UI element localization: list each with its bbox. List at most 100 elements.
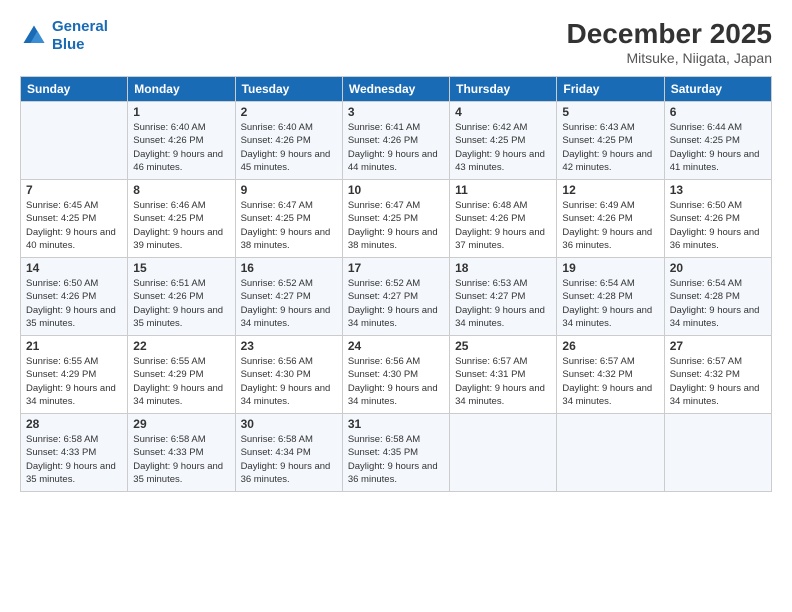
day-number: 15 — [133, 261, 229, 275]
day-number: 17 — [348, 261, 444, 275]
day-detail: Sunrise: 6:55 AMSunset: 4:29 PMDaylight:… — [26, 355, 122, 408]
day-detail: Sunrise: 6:57 AMSunset: 4:31 PMDaylight:… — [455, 355, 551, 408]
day-cell: 23 Sunrise: 6:56 AMSunset: 4:30 PMDaylig… — [235, 336, 342, 414]
day-number: 18 — [455, 261, 551, 275]
day-cell — [450, 414, 557, 492]
week-row-1: 1 Sunrise: 6:40 AMSunset: 4:26 PMDayligh… — [21, 102, 772, 180]
day-number: 7 — [26, 183, 122, 197]
week-row-3: 14 Sunrise: 6:50 AMSunset: 4:26 PMDaylig… — [21, 258, 772, 336]
day-detail: Sunrise: 6:45 AMSunset: 4:25 PMDaylight:… — [26, 199, 122, 252]
th-thursday: Thursday — [450, 77, 557, 102]
week-row-4: 21 Sunrise: 6:55 AMSunset: 4:29 PMDaylig… — [21, 336, 772, 414]
day-cell: 1 Sunrise: 6:40 AMSunset: 4:26 PMDayligh… — [128, 102, 235, 180]
day-cell: 30 Sunrise: 6:58 AMSunset: 4:34 PMDaylig… — [235, 414, 342, 492]
day-number: 24 — [348, 339, 444, 353]
week-row-2: 7 Sunrise: 6:45 AMSunset: 4:25 PMDayligh… — [21, 180, 772, 258]
day-detail: Sunrise: 6:46 AMSunset: 4:25 PMDaylight:… — [133, 199, 229, 252]
day-number: 25 — [455, 339, 551, 353]
day-cell: 22 Sunrise: 6:55 AMSunset: 4:29 PMDaylig… — [128, 336, 235, 414]
day-detail: Sunrise: 6:51 AMSunset: 4:26 PMDaylight:… — [133, 277, 229, 330]
day-number: 12 — [562, 183, 658, 197]
th-saturday: Saturday — [664, 77, 771, 102]
day-cell: 13 Sunrise: 6:50 AMSunset: 4:26 PMDaylig… — [664, 180, 771, 258]
day-number: 5 — [562, 105, 658, 119]
day-detail: Sunrise: 6:54 AMSunset: 4:28 PMDaylight:… — [562, 277, 658, 330]
day-cell: 5 Sunrise: 6:43 AMSunset: 4:25 PMDayligh… — [557, 102, 664, 180]
day-detail: Sunrise: 6:58 AMSunset: 4:33 PMDaylight:… — [26, 433, 122, 486]
logo-text: General Blue — [52, 18, 108, 54]
day-detail: Sunrise: 6:50 AMSunset: 4:26 PMDaylight:… — [26, 277, 122, 330]
day-detail: Sunrise: 6:43 AMSunset: 4:25 PMDaylight:… — [562, 121, 658, 174]
day-detail: Sunrise: 6:57 AMSunset: 4:32 PMDaylight:… — [670, 355, 766, 408]
day-cell: 16 Sunrise: 6:52 AMSunset: 4:27 PMDaylig… — [235, 258, 342, 336]
day-detail: Sunrise: 6:47 AMSunset: 4:25 PMDaylight:… — [348, 199, 444, 252]
calendar-table: Sunday Monday Tuesday Wednesday Thursday… — [20, 76, 772, 492]
day-cell: 2 Sunrise: 6:40 AMSunset: 4:26 PMDayligh… — [235, 102, 342, 180]
day-detail: Sunrise: 6:41 AMSunset: 4:26 PMDaylight:… — [348, 121, 444, 174]
day-cell: 26 Sunrise: 6:57 AMSunset: 4:32 PMDaylig… — [557, 336, 664, 414]
logo-line2: Blue — [52, 36, 85, 53]
day-number: 2 — [241, 105, 337, 119]
day-detail: Sunrise: 6:57 AMSunset: 4:32 PMDaylight:… — [562, 355, 658, 408]
day-number: 28 — [26, 417, 122, 431]
th-friday: Friday — [557, 77, 664, 102]
logo-line1: General — [52, 18, 108, 35]
day-detail: Sunrise: 6:47 AMSunset: 4:25 PMDaylight:… — [241, 199, 337, 252]
th-tuesday: Tuesday — [235, 77, 342, 102]
day-cell: 29 Sunrise: 6:58 AMSunset: 4:33 PMDaylig… — [128, 414, 235, 492]
logo: General Blue — [20, 18, 108, 54]
day-number: 19 — [562, 261, 658, 275]
day-detail: Sunrise: 6:40 AMSunset: 4:26 PMDaylight:… — [241, 121, 337, 174]
header: General Blue December 2025 Mitsuke, Niig… — [20, 18, 772, 66]
day-detail: Sunrise: 6:42 AMSunset: 4:25 PMDaylight:… — [455, 121, 551, 174]
day-number: 29 — [133, 417, 229, 431]
day-cell: 14 Sunrise: 6:50 AMSunset: 4:26 PMDaylig… — [21, 258, 128, 336]
day-number: 13 — [670, 183, 766, 197]
day-number: 30 — [241, 417, 337, 431]
day-number: 9 — [241, 183, 337, 197]
day-cell: 8 Sunrise: 6:46 AMSunset: 4:25 PMDayligh… — [128, 180, 235, 258]
day-detail: Sunrise: 6:56 AMSunset: 4:30 PMDaylight:… — [241, 355, 337, 408]
day-number: 23 — [241, 339, 337, 353]
day-cell: 4 Sunrise: 6:42 AMSunset: 4:25 PMDayligh… — [450, 102, 557, 180]
day-cell: 24 Sunrise: 6:56 AMSunset: 4:30 PMDaylig… — [342, 336, 449, 414]
day-number: 31 — [348, 417, 444, 431]
page: General Blue December 2025 Mitsuke, Niig… — [0, 0, 792, 612]
header-row: Sunday Monday Tuesday Wednesday Thursday… — [21, 77, 772, 102]
day-detail: Sunrise: 6:54 AMSunset: 4:28 PMDaylight:… — [670, 277, 766, 330]
day-number: 1 — [133, 105, 229, 119]
logo-icon — [20, 22, 48, 50]
day-cell: 19 Sunrise: 6:54 AMSunset: 4:28 PMDaylig… — [557, 258, 664, 336]
title-block: December 2025 Mitsuke, Niigata, Japan — [567, 18, 772, 66]
day-number: 3 — [348, 105, 444, 119]
day-cell: 18 Sunrise: 6:53 AMSunset: 4:27 PMDaylig… — [450, 258, 557, 336]
day-detail: Sunrise: 6:52 AMSunset: 4:27 PMDaylight:… — [241, 277, 337, 330]
day-number: 22 — [133, 339, 229, 353]
day-cell: 27 Sunrise: 6:57 AMSunset: 4:32 PMDaylig… — [664, 336, 771, 414]
day-cell — [557, 414, 664, 492]
day-detail: Sunrise: 6:53 AMSunset: 4:27 PMDaylight:… — [455, 277, 551, 330]
day-number: 10 — [348, 183, 444, 197]
day-detail: Sunrise: 6:58 AMSunset: 4:33 PMDaylight:… — [133, 433, 229, 486]
month-title: December 2025 — [567, 18, 772, 50]
day-cell — [664, 414, 771, 492]
day-cell: 25 Sunrise: 6:57 AMSunset: 4:31 PMDaylig… — [450, 336, 557, 414]
day-cell: 10 Sunrise: 6:47 AMSunset: 4:25 PMDaylig… — [342, 180, 449, 258]
day-cell: 31 Sunrise: 6:58 AMSunset: 4:35 PMDaylig… — [342, 414, 449, 492]
day-number: 14 — [26, 261, 122, 275]
day-cell: 17 Sunrise: 6:52 AMSunset: 4:27 PMDaylig… — [342, 258, 449, 336]
day-number: 4 — [455, 105, 551, 119]
day-cell — [21, 102, 128, 180]
day-number: 27 — [670, 339, 766, 353]
day-detail: Sunrise: 6:55 AMSunset: 4:29 PMDaylight:… — [133, 355, 229, 408]
th-monday: Monday — [128, 77, 235, 102]
day-detail: Sunrise: 6:56 AMSunset: 4:30 PMDaylight:… — [348, 355, 444, 408]
day-number: 20 — [670, 261, 766, 275]
day-cell: 11 Sunrise: 6:48 AMSunset: 4:26 PMDaylig… — [450, 180, 557, 258]
day-detail: Sunrise: 6:40 AMSunset: 4:26 PMDaylight:… — [133, 121, 229, 174]
day-number: 11 — [455, 183, 551, 197]
day-cell: 9 Sunrise: 6:47 AMSunset: 4:25 PMDayligh… — [235, 180, 342, 258]
day-cell: 15 Sunrise: 6:51 AMSunset: 4:26 PMDaylig… — [128, 258, 235, 336]
day-detail: Sunrise: 6:58 AMSunset: 4:35 PMDaylight:… — [348, 433, 444, 486]
day-detail: Sunrise: 6:44 AMSunset: 4:25 PMDaylight:… — [670, 121, 766, 174]
